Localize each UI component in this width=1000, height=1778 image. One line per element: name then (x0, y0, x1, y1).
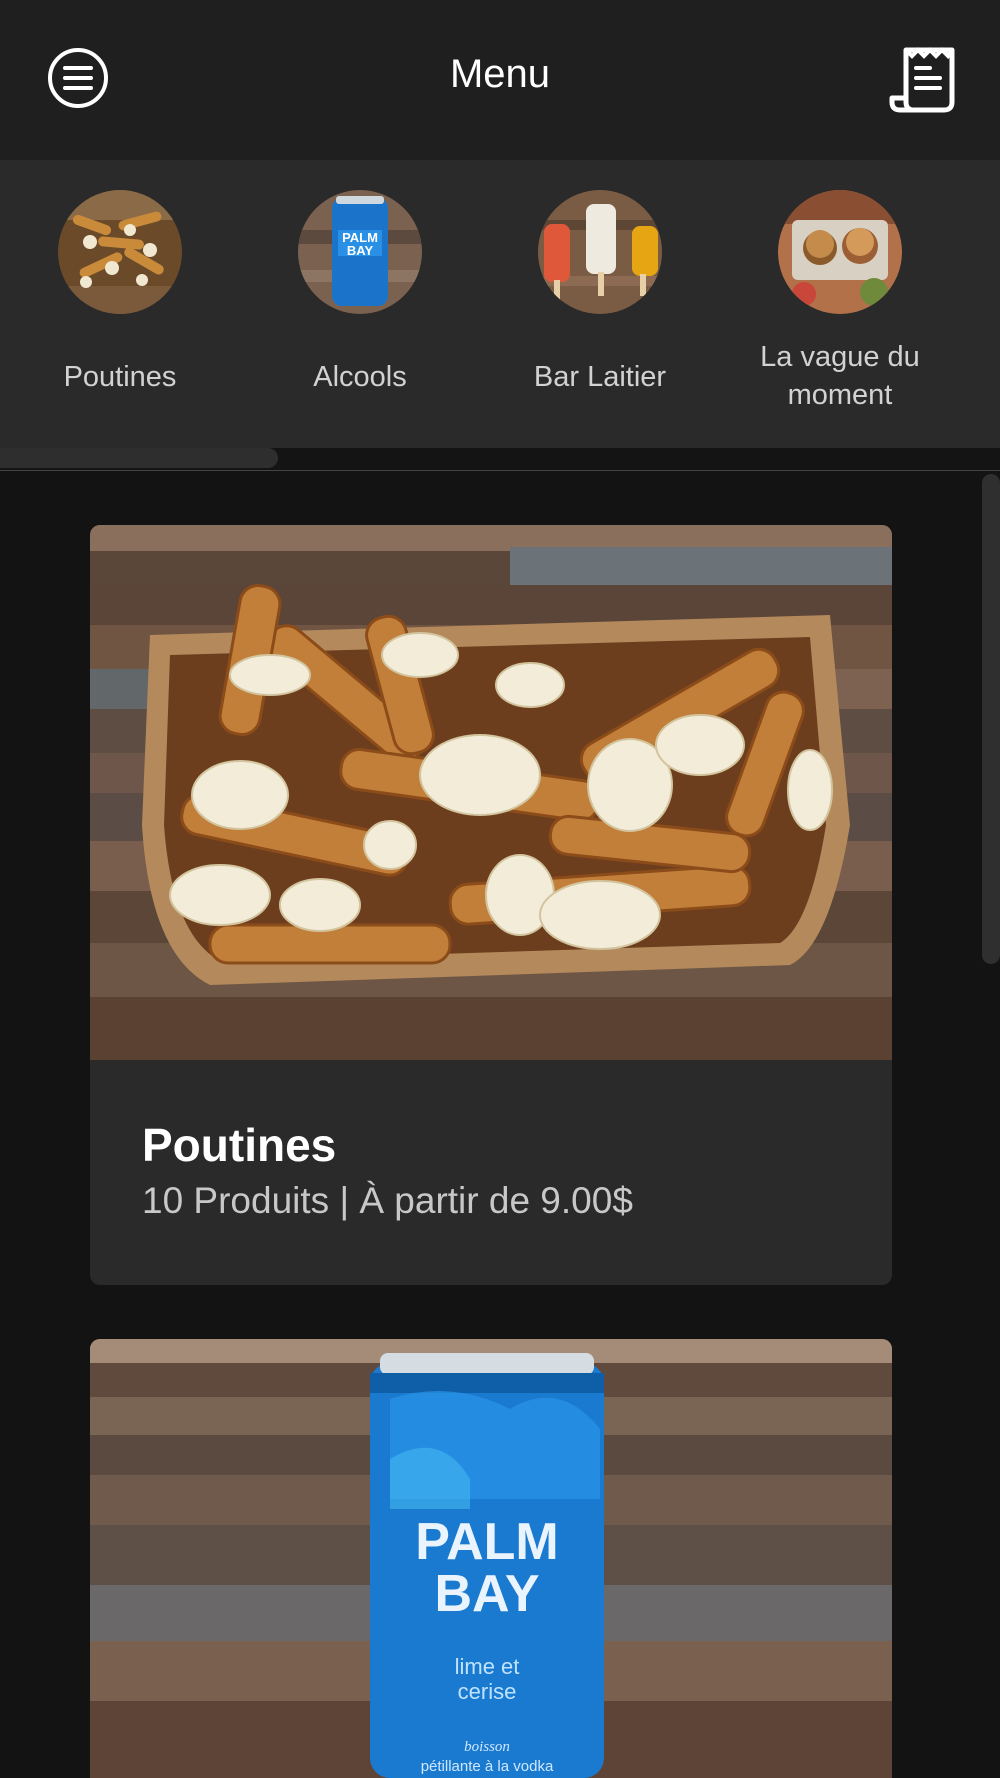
card-title: Poutines (142, 1119, 337, 1171)
can-brand-line2: BAY (434, 1565, 539, 1623)
category-thumbnail (58, 190, 182, 314)
category-card-alcools[interactable]: PALM BAY lime et cerise boisson pétillan… (90, 1339, 892, 1778)
category-label: La vague du moment (760, 341, 920, 411)
category-label: Bar Laitier (533, 361, 667, 393)
category-thumbnail (538, 190, 662, 314)
can-flavor-line2: cerise (458, 1679, 517, 1704)
category-bar: Poutines PALM BAY Alcools Bar Laitier La… (0, 160, 1000, 448)
can-brand-line1: PALM (415, 1513, 558, 1571)
category-thumbnail: PALM BAY (298, 190, 422, 314)
category-poutines[interactable]: Poutines (0, 190, 240, 396)
receipt-icon[interactable] (888, 44, 958, 116)
page-title: Menu (449, 52, 551, 96)
category-label: Alcools (313, 361, 407, 393)
category-la-vague-du-moment[interactable]: La vague du moment (720, 190, 960, 414)
can-sub1: boisson (464, 1739, 510, 1755)
palm-bay-photo: PALM BAY lime et cerise boisson pétillan… (90, 1339, 892, 1778)
category-label: Poutines (63, 361, 177, 393)
page-scrollbar-thumb[interactable] (982, 474, 1000, 964)
can-flavor-line1: lime et (455, 1654, 520, 1679)
category-alcools[interactable]: PALM BAY Alcools (240, 190, 480, 396)
card-info: Poutines 10 Produits | À partir de 9.00$ (90, 1060, 892, 1285)
svg-text:BAY: BAY (347, 243, 374, 258)
card-subtitle: 10 Produits | À partir de 9.00$ (142, 1180, 633, 1221)
poutine-photo (90, 525, 892, 1060)
category-card-poutines[interactable]: Poutines 10 Produits | À partir de 9.00$ (90, 525, 892, 1285)
category-thumbnail (778, 190, 902, 314)
category-scrollbar-thumb[interactable] (0, 448, 278, 468)
top-app-bar: Menu (0, 0, 1000, 160)
category-bar-laitier[interactable]: Bar Laitier (480, 190, 720, 396)
can-sub2: pétillante à la vodka (421, 1758, 554, 1775)
